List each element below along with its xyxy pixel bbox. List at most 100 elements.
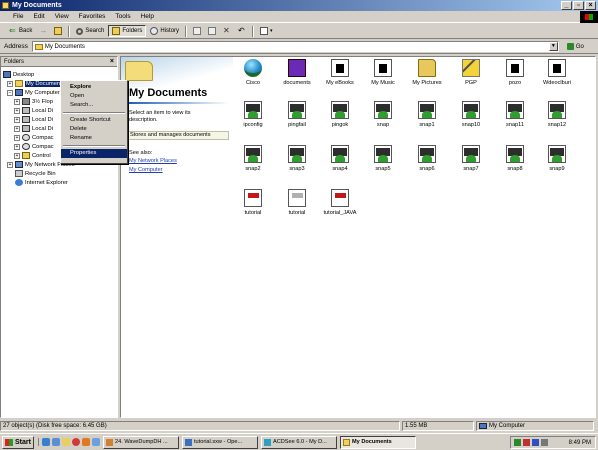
- file-item[interactable]: tutorial_JAVA: [318, 189, 362, 227]
- app-icon[interactable]: [72, 438, 80, 446]
- menu-edit[interactable]: Edit: [28, 13, 49, 20]
- expand-icon[interactable]: +: [14, 152, 20, 159]
- file-item[interactable]: snap6: [405, 145, 449, 183]
- clock[interactable]: 8:49 PM: [569, 440, 591, 446]
- go-button[interactable]: Go: [566, 43, 584, 50]
- file-item[interactable]: snap2: [231, 145, 275, 183]
- menu-view[interactable]: View: [50, 13, 74, 20]
- taskbar-item[interactable]: 24. WaveDumpDH ...: [103, 435, 179, 449]
- tray-icon[interactable]: [523, 439, 530, 446]
- file-item[interactable]: pingfail: [275, 101, 319, 139]
- file-item[interactable]: tutorial: [231, 189, 275, 227]
- expand-icon[interactable]: +: [14, 143, 20, 150]
- show-desktop-icon[interactable]: [62, 438, 70, 446]
- file-item[interactable]: snap5: [361, 145, 405, 183]
- file-item[interactable]: snap9: [535, 145, 579, 183]
- back-button[interactable]: ⇐ Back: [6, 25, 35, 37]
- expand-icon[interactable]: +: [7, 80, 13, 87]
- expand-icon[interactable]: +: [14, 107, 20, 114]
- tree-item-floppy[interactable]: + 3½ Flop: [14, 97, 53, 106]
- taskbar-item[interactable]: ACDSee 6.0 - My D...: [261, 435, 337, 449]
- menu-item-open[interactable]: Open: [61, 92, 127, 101]
- up-button[interactable]: [51, 25, 65, 37]
- my-network-places-link[interactable]: My Network Places: [129, 158, 177, 164]
- file-item[interactable]: Cisco: [231, 59, 275, 97]
- minimize-button[interactable]: _: [561, 1, 572, 10]
- menu-item-search[interactable]: Search...: [61, 101, 127, 110]
- expand-icon[interactable]: +: [7, 161, 13, 168]
- expand-icon[interactable]: +: [14, 125, 20, 132]
- file-item[interactable]: ipconfig: [231, 101, 275, 139]
- expand-icon[interactable]: +: [14, 116, 20, 123]
- folders-button[interactable]: Folders: [108, 25, 147, 37]
- file-item[interactable]: snap3: [275, 145, 319, 183]
- hard-drive-icon: [22, 107, 30, 114]
- tree-item-recycle-bin[interactable]: Recycle Bin: [15, 169, 56, 178]
- file-item[interactable]: My Music: [361, 59, 405, 97]
- file-item[interactable]: snap7: [449, 145, 493, 183]
- maximize-button[interactable]: ▫: [573, 1, 584, 10]
- expand-icon[interactable]: +: [14, 134, 20, 141]
- undo-button[interactable]: ↶: [235, 25, 249, 37]
- internet-explorer-icon[interactable]: [42, 438, 50, 446]
- file-item[interactable]: Wdeoclburi: [535, 59, 579, 97]
- taskbar-item[interactable]: tutorial.sxw - Ope...: [182, 435, 258, 449]
- volume-icon[interactable]: [541, 439, 548, 446]
- app-icon[interactable]: [82, 438, 90, 446]
- close-button[interactable]: ×: [585, 1, 596, 10]
- file-item[interactable]: snap11: [493, 101, 537, 139]
- tree-item-internet-explorer[interactable]: Internet Explorer: [15, 178, 68, 187]
- search-button[interactable]: Search: [73, 25, 107, 37]
- taskbar-item-my-documents[interactable]: My Documents: [340, 435, 416, 449]
- menu-item-explore[interactable]: Explore: [61, 83, 127, 92]
- menu-tools[interactable]: Tools: [110, 13, 135, 20]
- file-item[interactable]: tutorial: [275, 189, 319, 227]
- copy-to-button[interactable]: [205, 25, 219, 37]
- move-to-button[interactable]: [190, 25, 204, 37]
- tree-item-local-disk[interactable]: + Local Di: [14, 115, 53, 124]
- tree-item-my-computer[interactable]: − My Computer: [7, 88, 60, 97]
- app-icon[interactable]: [92, 438, 100, 446]
- file-item[interactable]: My Pictures: [405, 59, 449, 97]
- file-item[interactable]: pingok: [318, 101, 362, 139]
- file-item[interactable]: snap8: [493, 145, 537, 183]
- start-button[interactable]: Start: [2, 435, 34, 449]
- file-item[interactable]: PGP: [449, 59, 493, 97]
- forward-button[interactable]: →: [36, 25, 50, 37]
- menu-item-delete[interactable]: Delete: [61, 125, 127, 134]
- tray-icon[interactable]: [532, 439, 539, 446]
- file-item[interactable]: snap12: [535, 101, 579, 139]
- tree-item-compact-disc[interactable]: + Compac: [14, 142, 54, 151]
- tray-icon[interactable]: [514, 439, 521, 446]
- menu-item-create-shortcut[interactable]: Create Shortcut: [61, 116, 127, 125]
- address-dropdown-button[interactable]: ▼: [548, 42, 558, 51]
- address-input[interactable]: My Documents ▼: [31, 41, 559, 52]
- file-item[interactable]: snap1: [405, 101, 449, 139]
- delete-button[interactable]: ✕: [220, 25, 234, 37]
- menu-item-properties[interactable]: Properties: [61, 149, 127, 158]
- control-panel-icon: [22, 152, 30, 159]
- tree-item-my-documents[interactable]: + My Documents: [7, 79, 66, 88]
- history-button[interactable]: History: [147, 25, 182, 37]
- file-item[interactable]: snap4: [318, 145, 362, 183]
- menu-favorites[interactable]: Favorites: [74, 13, 111, 20]
- tree-item-desktop[interactable]: Desktop: [3, 70, 34, 79]
- collapse-icon[interactable]: −: [7, 89, 13, 96]
- file-item[interactable]: documents: [275, 59, 319, 97]
- tree-item-local-disk[interactable]: + Local Di: [14, 106, 53, 115]
- views-button[interactable]: ▾: [257, 25, 276, 37]
- file-item[interactable]: snap: [361, 101, 405, 139]
- close-icon[interactable]: ×: [110, 57, 114, 67]
- tree-item-local-disk[interactable]: + Local Di: [14, 124, 53, 133]
- file-item[interactable]: My eBooks: [318, 59, 362, 97]
- file-item[interactable]: snap10: [449, 101, 493, 139]
- file-item[interactable]: pozo: [493, 59, 537, 97]
- menu-file[interactable]: File: [8, 13, 28, 20]
- tree-item-compact-disc[interactable]: + Compac: [14, 133, 54, 142]
- tree-item-control-panel[interactable]: + Control: [14, 151, 51, 160]
- expand-icon[interactable]: +: [14, 98, 20, 105]
- outlook-icon[interactable]: [52, 438, 60, 446]
- menu-item-rename[interactable]: Rename: [61, 134, 127, 143]
- my-computer-link[interactable]: My Computer: [129, 167, 163, 173]
- menu-help[interactable]: Help: [136, 13, 159, 20]
